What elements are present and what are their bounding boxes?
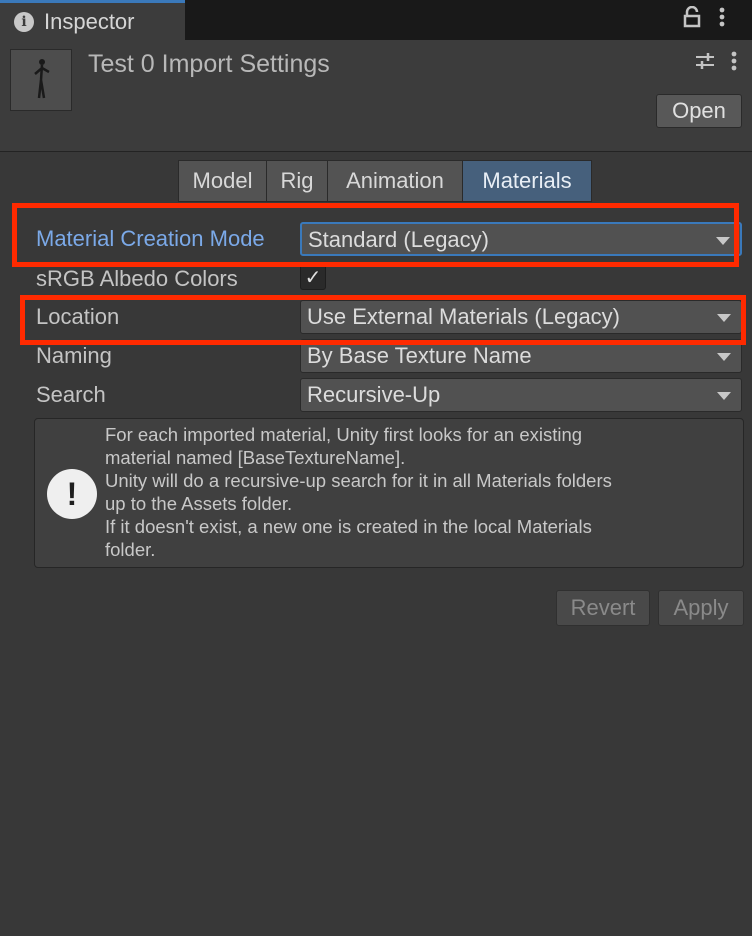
help-line: up to the Assets folder.: [105, 493, 293, 514]
open-button[interactable]: Open: [656, 94, 742, 128]
import-settings-header: Test 0 Import Settings Open: [0, 40, 752, 152]
srgb-albedo-colors-row: sRGB Albedo Colors ✓: [0, 262, 752, 298]
srgb-albedo-colors-label: sRGB Albedo Colors: [36, 266, 238, 291]
help-text: For each imported material, Unity first …: [105, 423, 735, 561]
revert-button[interactable]: Revert: [556, 590, 650, 626]
tab-more-icon[interactable]: [718, 6, 726, 34]
help-line: Unity will do a recursive-up search for …: [105, 470, 612, 491]
naming-label: Naming: [36, 343, 112, 368]
import-settings-title: Test 0 Import Settings: [88, 50, 330, 78]
search-dropdown[interactable]: Recursive-Up: [300, 378, 742, 412]
help-line: For each imported material, Unity first …: [105, 424, 583, 445]
search-value: Recursive-Up: [307, 382, 441, 407]
help-line: material named [BaseTextureName].: [105, 447, 406, 468]
chevron-down-icon: [717, 392, 731, 400]
search-row: Search Recursive-Up: [0, 378, 752, 414]
header-more-icon[interactable]: [730, 50, 738, 78]
search-label: Search: [36, 382, 106, 407]
naming-value: By Base Texture Name: [307, 343, 532, 368]
info-icon: i: [14, 11, 34, 32]
model-thumbnail: [10, 49, 72, 111]
inspector-tab[interactable]: i Inspector: [0, 0, 185, 40]
tab-model[interactable]: Model: [178, 160, 267, 202]
help-line: folder.: [105, 539, 156, 560]
import-tabs: Model Rig Animation Materials: [178, 160, 592, 202]
lock-icon[interactable]: [682, 5, 702, 34]
chevron-down-icon: [717, 353, 731, 361]
srgb-albedo-colors-checkbox[interactable]: ✓: [300, 264, 326, 290]
help-box: ! For each imported material, Unity firs…: [34, 418, 744, 568]
highlight-material-creation-mode: [12, 203, 739, 267]
window-tab-strip: i Inspector: [0, 0, 752, 40]
help-line: If it doesn't exist, a new one is create…: [105, 516, 592, 537]
highlight-location: [20, 295, 746, 345]
inspector-tab-title: Inspector: [44, 8, 135, 34]
preset-sliders-icon[interactable]: [694, 50, 716, 78]
apply-button[interactable]: Apply: [658, 590, 744, 626]
tab-materials[interactable]: Materials: [462, 160, 592, 202]
tab-rig[interactable]: Rig: [266, 160, 328, 202]
warning-icon: !: [47, 469, 97, 519]
tab-animation[interactable]: Animation: [327, 160, 463, 202]
